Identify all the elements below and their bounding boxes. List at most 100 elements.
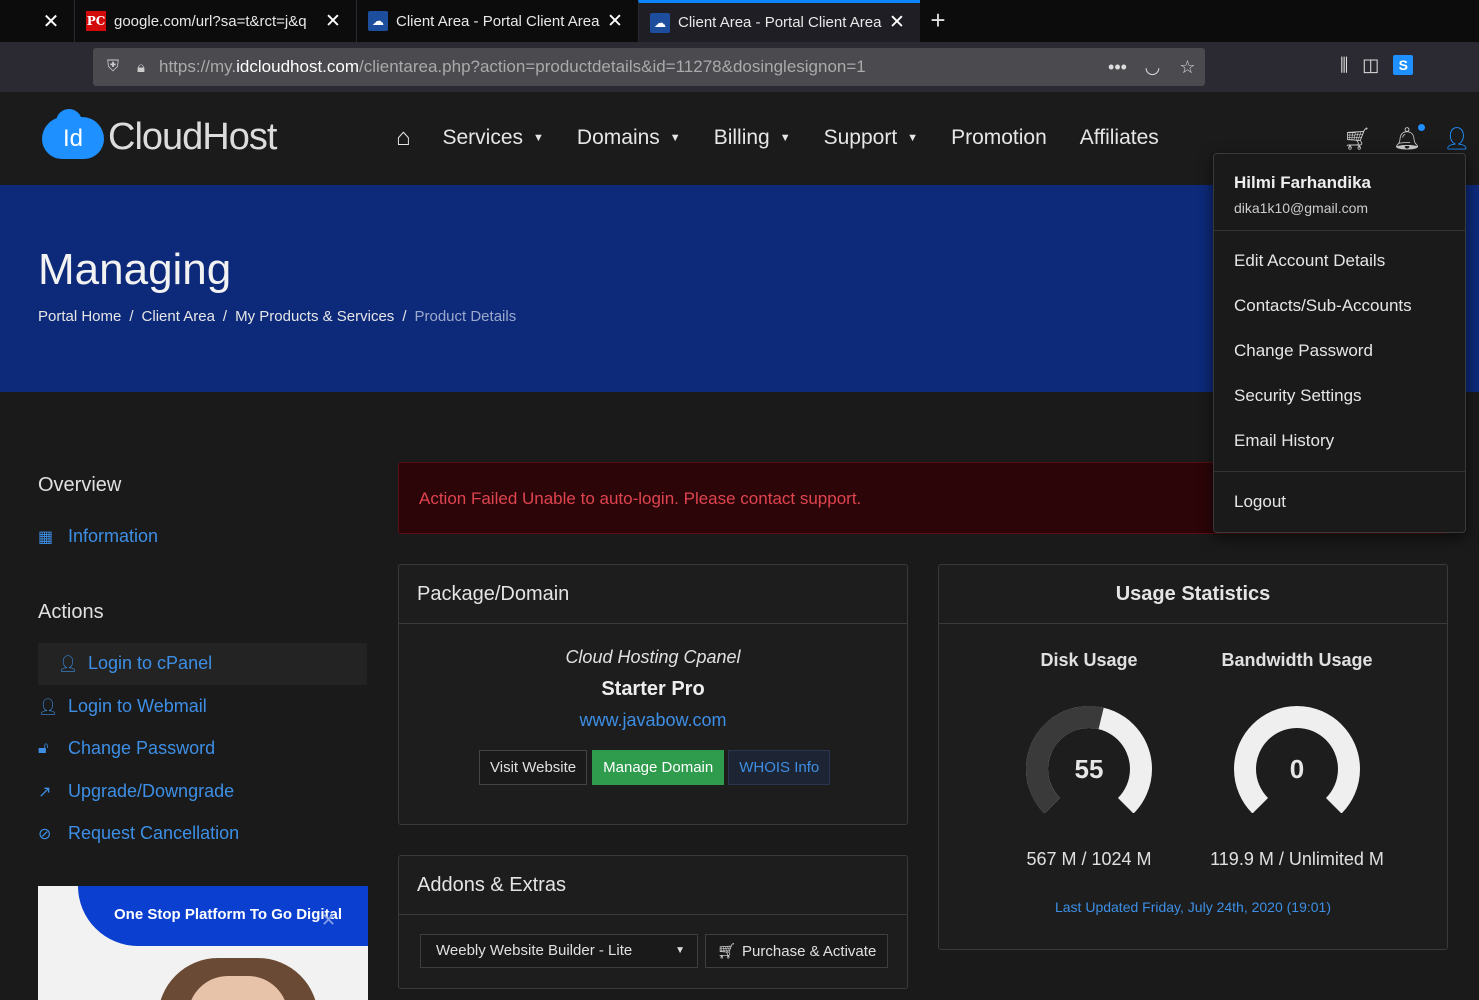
last-updated-text: Last Updated Friday, July 24th, 2020 (19… xyxy=(1054,899,1331,915)
purchase-activate-button[interactable]: 🛒︎ Purchase & Activate xyxy=(705,934,889,968)
sidebar-item-change-password[interactable]: 🔓︎ Change Password xyxy=(38,738,215,759)
pocket-icon[interactable]: ◡ xyxy=(1135,57,1170,78)
breadcrumb-portal-home[interactable]: Portal Home xyxy=(38,308,121,325)
breadcrumb-client-area[interactable]: Client Area xyxy=(142,308,215,325)
tab-title: Client Area - Portal Client Area xyxy=(396,12,600,30)
sidebar-item-login-webmail[interactable]: 👤︎ Login to Webmail xyxy=(38,696,207,717)
user-icon: 👤︎ xyxy=(58,655,79,673)
menu-item-edit-account[interactable]: Edit Account Details xyxy=(1234,251,1385,271)
sidebar-item-request-cancellation[interactable]: ⊘ Request Cancellation xyxy=(38,823,239,844)
nav-support[interactable]: Support ▼ xyxy=(824,126,918,150)
actions-heading: Actions xyxy=(38,601,104,623)
nav-domains[interactable]: Domains ▼ xyxy=(577,126,681,150)
new-tab-plus-icon[interactable]: + xyxy=(925,6,951,36)
bandwidth-usage-value: 0 xyxy=(1290,754,1304,784)
extension-s-icon[interactable]: S xyxy=(1393,55,1414,75)
whois-info-button[interactable]: WHOIS Info xyxy=(728,750,831,785)
promo-banner[interactable]: One Stop Platform To Go Digital ✕ xyxy=(38,886,368,1000)
visit-website-button[interactable]: Visit Website xyxy=(479,750,588,785)
bookmark-star-icon[interactable]: ☆ xyxy=(1170,57,1205,78)
bandwidth-usage-detail: 119.9 M / Unlimited M xyxy=(1210,849,1384,869)
lock-icon[interactable]: 🔒︎ xyxy=(129,59,153,76)
page-actions-icon[interactable]: ••• xyxy=(1100,57,1135,78)
sidebar-item-information[interactable]: ▦ Information xyxy=(38,526,158,547)
browser-nav-bar: ⛨ 🔒︎ https://my.idcloudhost.com/clientar… xyxy=(0,42,1479,92)
sidebar-item-label: Change Password xyxy=(68,738,216,758)
disk-usage-value: 55 xyxy=(1075,754,1104,784)
lock-icon: 🔓︎ xyxy=(38,739,49,757)
nav-label: Billing xyxy=(713,126,770,149)
close-tab-icon[interactable]: ✕ xyxy=(38,9,64,35)
external-link-icon: ↗ xyxy=(38,783,52,801)
logo-badge: Id xyxy=(42,108,104,159)
usage-statistics-panel: Usage Statistics Disk Usage Bandwidth Us… xyxy=(938,564,1448,950)
cart-icon: 🛒︎ xyxy=(717,943,737,960)
tab-title: Client Area - Portal Client Area xyxy=(678,14,882,31)
nav-billing[interactable]: Billing ▼ xyxy=(714,126,791,150)
breadcrumb-separator: / xyxy=(402,308,407,325)
manage-domain-button[interactable]: Manage Domain xyxy=(592,750,725,785)
url-path: /clientarea.php?action=productdetails&id… xyxy=(359,57,866,76)
menu-item-security-settings[interactable]: Security Settings xyxy=(1234,386,1362,406)
product-group: Cloud Hosting Cpanel xyxy=(565,647,741,667)
disk-usage-gauge: 55 xyxy=(1026,706,1152,813)
home-icon[interactable]: ⌂ xyxy=(396,124,411,152)
sidebar-item-label: Information xyxy=(68,526,159,546)
browser-tab-bar: ✕ PC google.com/url?sa=t&rct=j&q ✕ ☁ Cli… xyxy=(0,0,1479,42)
sidebar-icon[interactable]: ◫ xyxy=(1362,55,1379,76)
nav-services[interactable]: Services ▼ xyxy=(443,126,544,150)
sidebar-item-login-cpanel[interactable]: 👤︎ Login to cPanel xyxy=(58,653,212,674)
nav-affiliates[interactable]: Affiliates xyxy=(1080,126,1159,150)
main-nav: ⌂ Services ▼ Domains ▼ Billing ▼ Support ▼ P… xyxy=(396,124,1192,152)
logo-badge-text: Id xyxy=(62,124,83,152)
url-host: https://my. xyxy=(159,57,237,76)
caret-down-icon: ▼ xyxy=(779,132,791,144)
nav-promotion[interactable]: Promotion xyxy=(951,126,1047,150)
nav-label: Domains xyxy=(576,126,660,149)
cart-icon[interactable]: 🛒︎ xyxy=(1343,126,1371,152)
tab-title: google.com/url?sa=t&rct=j&q xyxy=(114,12,307,30)
breadcrumb-my-products[interactable]: My Products & Services xyxy=(235,308,394,325)
addon-select[interactable]: Weebly Website Builder - Lite ▼ xyxy=(420,934,698,968)
sidebar-item-label: Upgrade/Downgrade xyxy=(68,781,235,801)
menu-item-contacts[interactable]: Contacts/Sub-Accounts xyxy=(1234,296,1412,316)
addon-select-value: Weebly Website Builder - Lite xyxy=(436,942,633,959)
product-domain-link[interactable]: www.javabow.com xyxy=(399,710,907,731)
bandwidth-usage-title: Bandwidth Usage xyxy=(1221,650,1373,670)
page-title: Managing xyxy=(38,245,232,294)
close-tab-icon[interactable]: ✕ xyxy=(320,10,346,33)
close-tab-icon[interactable]: ✕ xyxy=(602,10,628,33)
tracking-shield-icon[interactable]: ⛨ xyxy=(97,58,129,76)
browser-toolbar-icons: ⫼ ◫ S xyxy=(1340,55,1414,76)
promo-close-icon[interactable]: ✕ xyxy=(321,910,336,931)
nav-label: Services xyxy=(442,126,524,149)
url-text[interactable]: https://my.idcloudhost.com/clientarea.ph… xyxy=(153,57,1100,77)
browser-tab-client-area[interactable]: ☁ Client Area - Portal Client Area ✕ xyxy=(356,0,638,42)
sidebar-item-upgrade-downgrade[interactable]: ↗ Upgrade/Downgrade xyxy=(38,781,234,802)
sidebar-item-label: Login to cPanel xyxy=(88,653,213,673)
address-bar[interactable]: ⛨ 🔒︎ https://my.idcloudhost.com/clientar… xyxy=(93,48,1205,86)
user-account-icon[interactable]: 👤︎ xyxy=(1443,126,1471,152)
user-name: Hilmi Farhandika xyxy=(1234,173,1371,192)
cloud-favicon-icon: ☁ xyxy=(368,11,388,31)
purchase-label: Purchase & Activate xyxy=(742,942,877,960)
menu-item-logout[interactable]: Logout xyxy=(1234,492,1286,512)
browser-tab-google[interactable]: PC google.com/url?sa=t&rct=j&q ✕ xyxy=(74,0,356,42)
breadcrumb: Portal Home / Client Area / My Products & … xyxy=(38,308,516,325)
close-tab-icon[interactable]: ✕ xyxy=(884,11,910,34)
disk-usage-detail: 567 M / 1024 M xyxy=(1026,849,1152,869)
cloud-favicon-icon: ☁ xyxy=(650,12,670,33)
menu-item-email-history[interactable]: Email History xyxy=(1234,431,1334,451)
breadcrumb-current: Product Details xyxy=(414,308,517,325)
url-domain: idcloudhost.com xyxy=(236,57,359,76)
panel-heading: Usage Statistics xyxy=(939,565,1447,624)
notification-bell-icon[interactable]: 🔔︎ xyxy=(1393,124,1425,152)
menu-item-change-password[interactable]: Change Password xyxy=(1234,341,1373,361)
overview-heading: Overview xyxy=(38,474,122,496)
caret-down-icon: ▼ xyxy=(533,132,544,144)
promo-text: One Stop Platform To Go Digital xyxy=(114,906,343,923)
idcloudhost-logo[interactable]: Id CloudHost xyxy=(42,108,277,159)
library-icon[interactable]: ⫼ xyxy=(1340,55,1348,76)
browser-tab-client-area-active[interactable]: ☁ Client Area - Portal Client Area ✕ xyxy=(638,0,920,42)
caret-down-icon: ▼ xyxy=(669,132,681,144)
